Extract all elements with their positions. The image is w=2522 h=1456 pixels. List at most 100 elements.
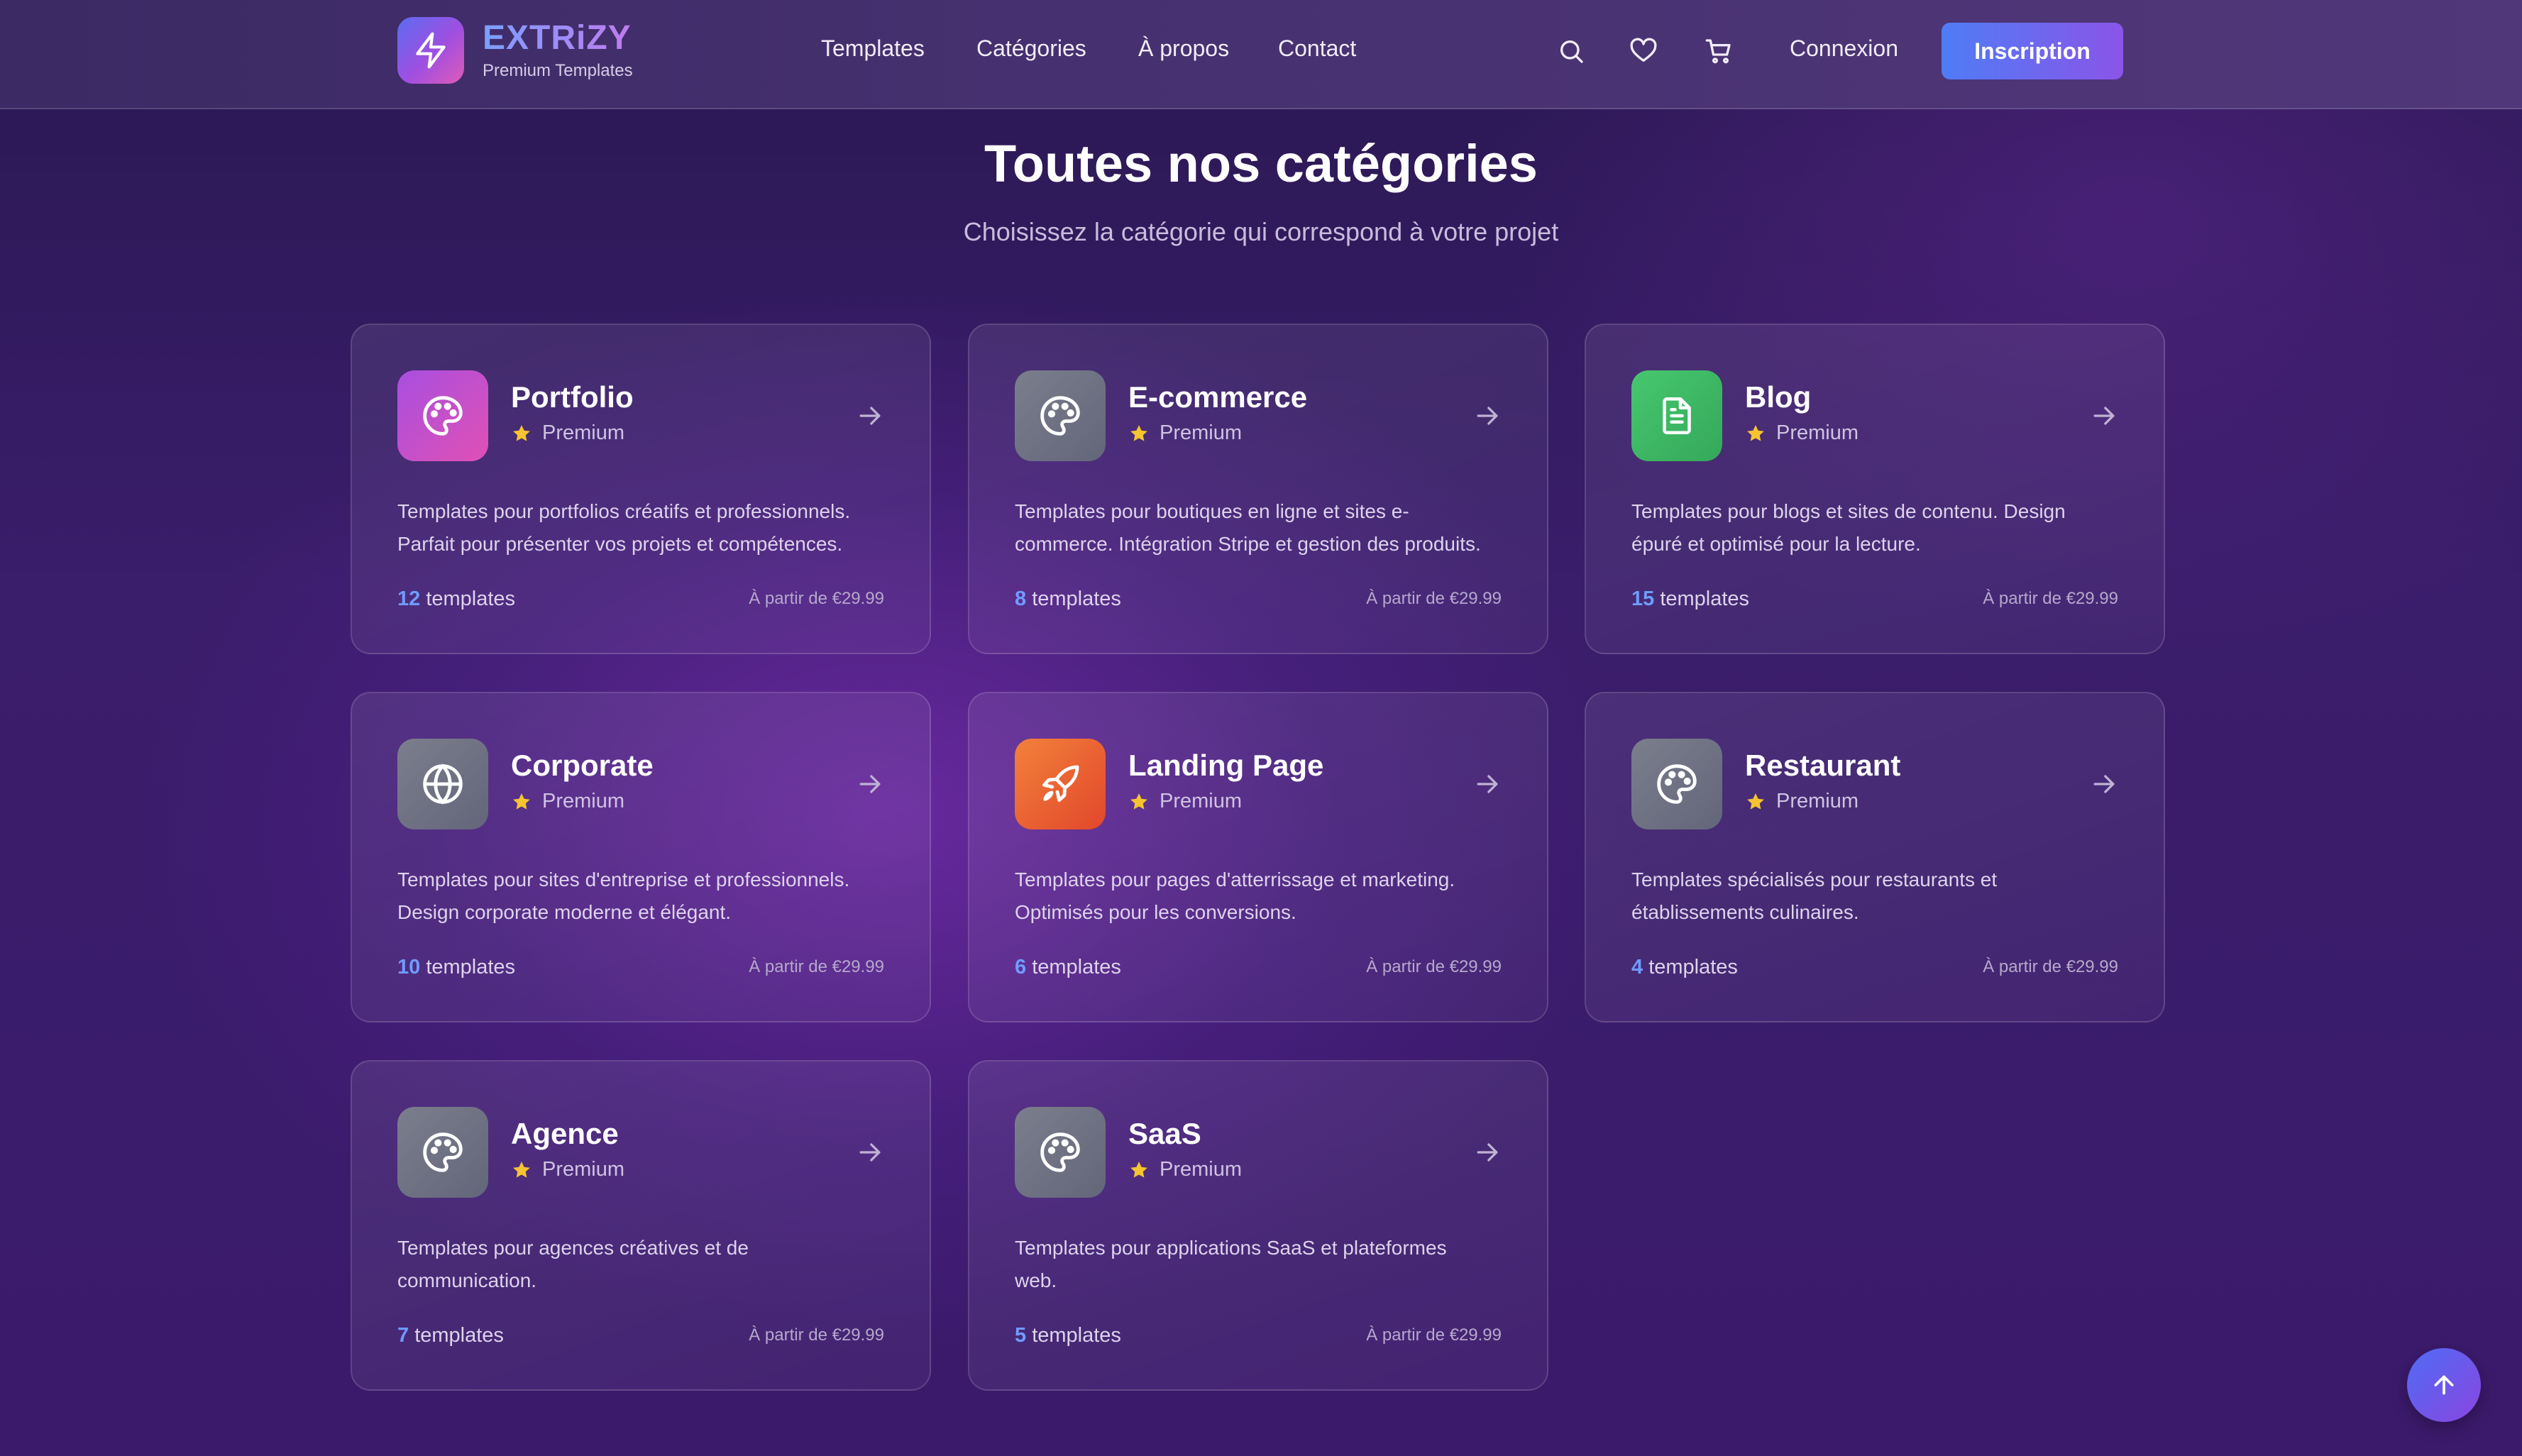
category-card-landing-page[interactable]: Landing Page Premium Templates pour page… [968,692,1548,1022]
description-line: web. [1015,1269,1057,1291]
category-card-restaurant[interactable]: Restaurant Premium Templates spécialisés… [1585,692,2165,1022]
palette-icon [1015,1107,1106,1198]
template-count: 4 templates [1631,956,1738,979]
arrow-right-icon[interactable] [2088,400,2120,431]
star-icon [1745,791,1766,812]
rocket-icon [1015,739,1106,829]
price-label: À partir de €29.99 [1366,589,1502,608]
arrow-up-icon [2434,1375,2454,1395]
premium-badge: Premium [1128,1158,1242,1181]
premium-badge: Premium [511,421,624,445]
palette-icon [397,1107,488,1198]
count-number: 15 [1631,588,1655,610]
count-label: templates [1648,956,1738,978]
category-name: Restaurant [1745,749,1901,782]
heart-icon[interactable] [1625,33,1662,70]
template-count: 15 templates [1631,588,1749,611]
page-subtitle: Choisissez la catégorie qui correspond à… [963,217,1559,246]
price-label: À partir de €29.99 [1983,957,2118,976]
premium-badge: Premium [1745,421,1859,445]
badge-label: Premium [1160,1158,1243,1181]
logo-bolt-icon[interactable] [397,17,464,84]
star-icon [511,423,532,444]
count-number: 10 [397,956,421,978]
star-icon [1128,1159,1150,1181]
search-icon[interactable] [1553,33,1590,70]
login-link[interactable]: Connexion [1790,35,1898,62]
template-count: 5 templates [1015,1324,1121,1347]
nav-contact[interactable]: Contact [1278,35,1356,62]
category-description: Templates pour agences créatives et de c… [397,1232,894,1297]
count-number: 4 [1631,956,1643,978]
globe-icon [397,739,488,829]
count-label: templates [1032,1324,1121,1347]
category-card-blog[interactable]: Blog Premium Templates pour blogs et sit… [1585,324,2165,654]
badge-label: Premium [542,790,625,812]
template-count: 12 templates [397,588,515,611]
count-label: templates [1032,956,1121,978]
price-label: À partir de €29.99 [749,1325,884,1345]
description-line: épuré et optimisé pour la lecture. [1631,533,1921,555]
category-card-agence[interactable]: Agence Premium Templates pour agences cr… [351,1060,931,1391]
palette-icon [397,370,488,461]
palette-icon [1631,739,1722,829]
category-name: Blog [1745,380,1812,414]
description-line: Templates spécialisés pour restaurants e… [1631,868,1998,890]
scroll-top-button[interactable] [2407,1348,2481,1422]
top-header: EXTRiZY Premium Templates Templates Caté… [0,0,2522,109]
description-line: Templates pour sites d'entreprise et pro… [397,868,850,890]
category-description: Templates pour portfolios créatifs et pr… [397,495,894,561]
category-card-e-commerce[interactable]: E-commerce Premium Templates pour boutiq… [968,324,1548,654]
signup-button[interactable]: Inscription [1942,23,2123,79]
template-count: 6 templates [1015,956,1121,979]
count-number: 12 [397,588,421,610]
brand-name[interactable]: EXTRiZY [483,21,632,55]
badge-label: Premium [1160,790,1243,812]
category-card-corporate[interactable]: Corporate Premium Templates pour sites d… [351,692,931,1022]
arrow-right-icon[interactable] [1472,1137,1503,1168]
template-count: 10 templates [397,956,515,979]
arrow-right-icon[interactable] [1472,400,1503,431]
price-label: À partir de €29.99 [1366,957,1502,976]
arrow-right-icon[interactable] [854,768,886,800]
description-line: Templates pour blogs et sites de contenu… [1631,500,2066,522]
nav-about[interactable]: À propos [1138,35,1229,62]
description-line: établissements culinaires. [1631,901,1859,923]
category-card-portfolio[interactable]: Portfolio Premium Templates pour portfol… [351,324,931,654]
category-name: Portfolio [511,380,634,414]
category-description: Templates pour blogs et sites de contenu… [1631,495,2128,561]
arrow-right-icon[interactable] [1472,768,1503,800]
category-description: Templates pour applications SaaS et plat… [1015,1232,1511,1297]
category-name: Agence [511,1117,619,1150]
count-number: 8 [1015,588,1027,610]
price-label: À partir de €29.99 [1366,1325,1502,1345]
brand-tagline: Premium Templates [483,61,633,80]
arrow-right-icon[interactable] [854,400,886,431]
count-label: templates [426,956,516,978]
nav-templates[interactable]: Templates [821,35,925,62]
star-icon [1745,423,1766,444]
count-label: templates [1660,588,1750,610]
badge-label: Premium [542,1158,625,1181]
cart-icon[interactable] [1700,33,1737,70]
nav-categories[interactable]: Catégories [976,35,1086,62]
premium-badge: Premium [1745,790,1859,813]
description-line: Parfait pour présenter vos projets et co… [397,533,843,555]
premium-badge: Premium [511,1158,624,1181]
description-line: Templates pour boutiques en ligne et sit… [1015,500,1409,522]
count-number: 6 [1015,956,1027,978]
count-label: templates [426,588,516,610]
category-name: E-commerce [1128,380,1308,414]
arrow-right-icon[interactable] [2088,768,2120,800]
premium-badge: Premium [1128,790,1242,813]
badge-label: Premium [542,421,625,444]
description-line: Templates pour agences créatives et de [397,1237,749,1259]
category-name: Corporate [511,749,654,782]
count-number: 5 [1015,1324,1027,1347]
arrow-right-icon[interactable] [854,1137,886,1168]
premium-badge: Premium [1128,421,1242,445]
category-description: Templates spécialisés pour restaurants e… [1631,864,2128,929]
badge-label: Premium [1776,790,1859,812]
category-card-saas[interactable]: SaaS Premium Templates pour applications… [968,1060,1548,1391]
badge-label: Premium [1776,421,1859,444]
